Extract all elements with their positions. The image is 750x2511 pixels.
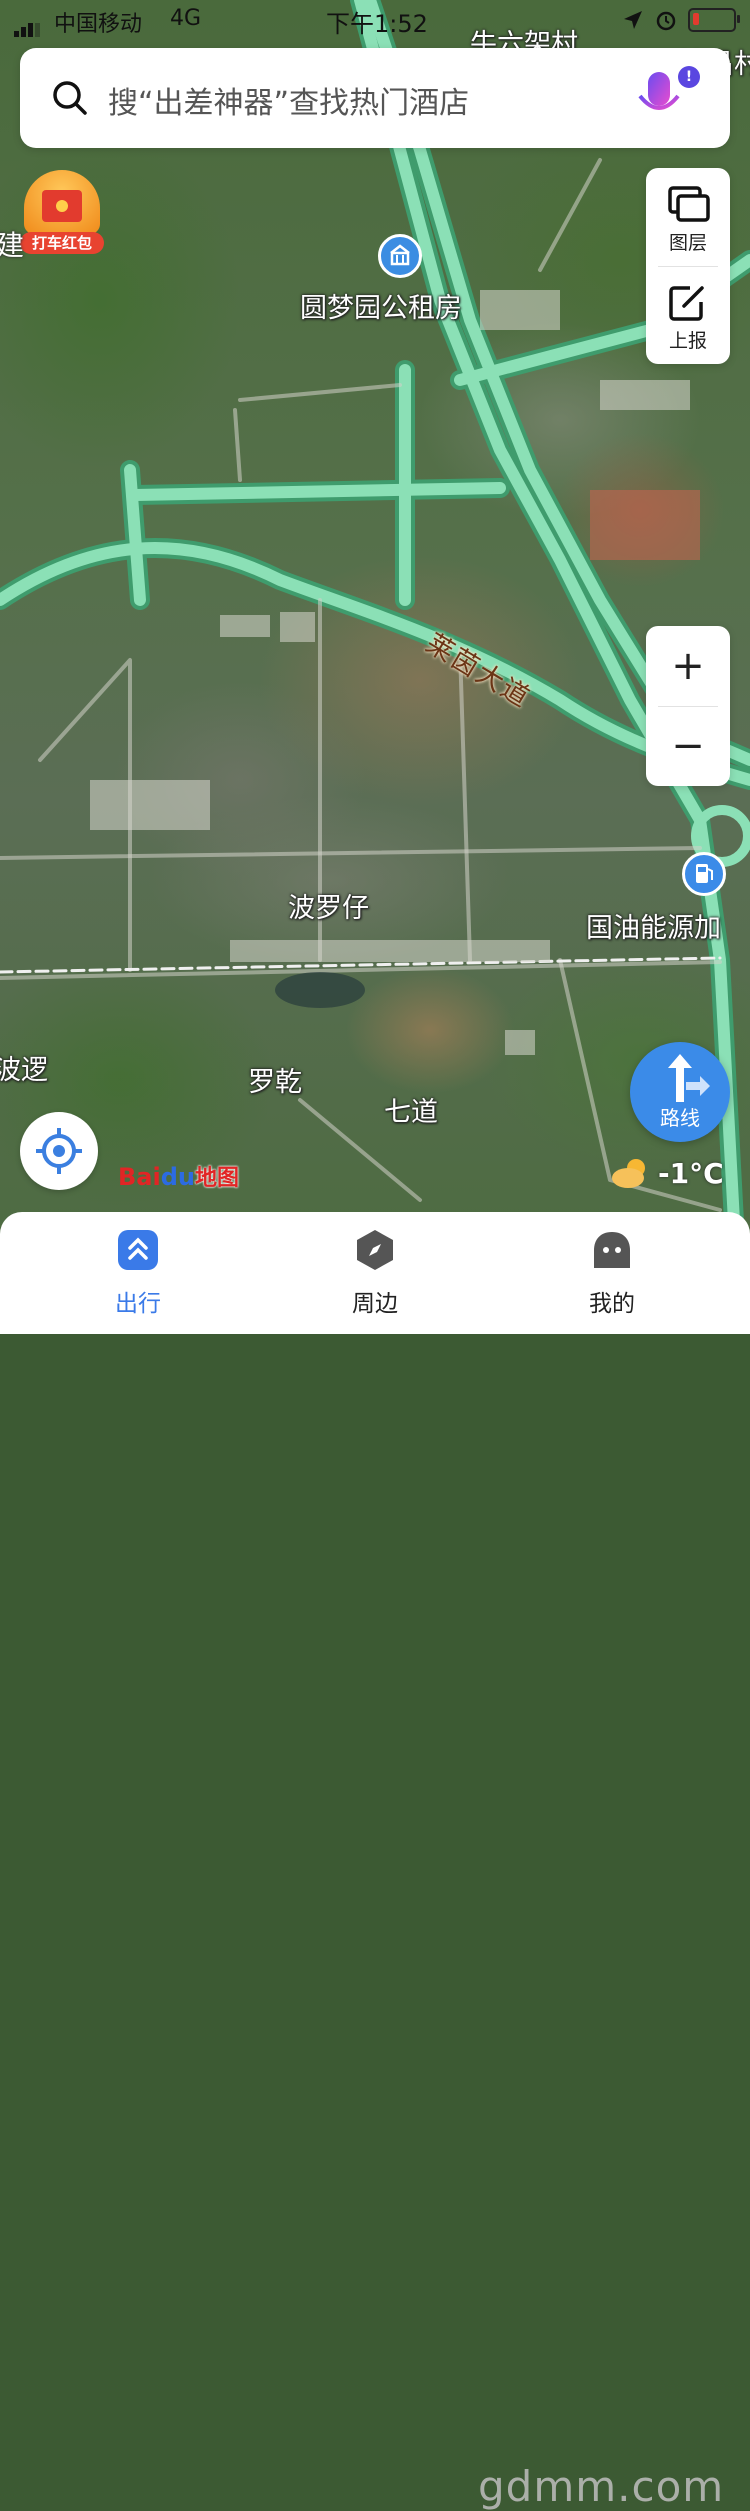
- partly-cloudy-icon: [612, 1159, 645, 1188]
- locate-me-button[interactable]: [20, 1112, 98, 1190]
- tab-label: 出行: [115, 1291, 161, 1317]
- map-label-qidao: 七道: [384, 1097, 438, 1128]
- zoom-in-button[interactable]: +: [646, 626, 730, 706]
- search-icon: [53, 81, 87, 115]
- poi-label-housing[interactable]: 圆梦园公租房: [300, 286, 462, 325]
- tab-nearby[interactable]: 周边: [305, 1212, 445, 1334]
- search-placeholder[interactable]: 搜“出差神器”查找热门酒店: [108, 78, 469, 122]
- zoom-controls: + −: [646, 626, 730, 786]
- weather-widget[interactable]: -1°C: [610, 1156, 724, 1190]
- report-label: 上报: [668, 330, 707, 352]
- profile-icon: [594, 1232, 630, 1268]
- taxi-red-packet-promo[interactable]: 打车红包: [20, 162, 104, 254]
- search-bar[interactable]: 搜“出差神器”查找热门酒店 !: [20, 48, 730, 148]
- status-bar: 中国移动 4G 下午1:52: [0, 0, 750, 40]
- layers-button[interactable]: 图层: [646, 168, 730, 266]
- poi-building-icon[interactable]: [378, 234, 422, 278]
- map-tools-panel: 图层 上报: [646, 168, 730, 364]
- poi-label-gas-station[interactable]: 国油能源加: [586, 906, 721, 945]
- route-label: 路线: [660, 1106, 700, 1130]
- temperature: -1°C: [658, 1156, 724, 1190]
- compass-icon: [357, 1230, 393, 1270]
- voice-badge: !: [678, 66, 700, 88]
- tab-travel[interactable]: 出行: [68, 1212, 208, 1334]
- watermark: gdmm.com: [478, 2462, 725, 2511]
- location-arrow-icon: [624, 11, 642, 29]
- bottom-nav: 出行 周边 我的 gdmm.com: [0, 1212, 750, 2511]
- alarm-icon: [656, 11, 676, 31]
- baidu-map-logo: Baidu地图: [118, 1163, 239, 1191]
- battery-icon: [688, 8, 740, 32]
- clock: 下午1:52: [326, 10, 428, 38]
- travel-icon: [118, 1230, 158, 1270]
- report-button[interactable]: 上报: [646, 266, 730, 364]
- map-label-left-edge: 建: [0, 229, 25, 262]
- route-arrow-icon: [668, 1054, 710, 1102]
- map-label-left-bottom: 波逻: [0, 1055, 48, 1086]
- tab-label: 我的: [589, 1291, 635, 1317]
- road-network: [0, 0, 750, 1334]
- carrier-name: 中国移动: [54, 12, 143, 37]
- edit-report-icon: [669, 286, 704, 321]
- gas-station-icon[interactable]: [682, 852, 726, 896]
- tab-label: 周边: [352, 1291, 398, 1317]
- tab-mine[interactable]: 我的: [542, 1212, 682, 1334]
- zoom-out-button[interactable]: −: [646, 706, 730, 786]
- network-type: 4G: [170, 6, 202, 31]
- satellite-map[interactable]: [0, 0, 750, 1334]
- promo-label: 打车红包: [20, 232, 104, 254]
- signal-icon: [14, 12, 42, 37]
- route-button[interactable]: 路线: [630, 1042, 730, 1142]
- map-label-luoqian: 罗乾: [248, 1067, 302, 1098]
- layers-icon: [668, 186, 710, 222]
- target-icon: [36, 1128, 82, 1174]
- map-label-area: 波罗仔: [288, 893, 369, 924]
- layers-label: 图层: [668, 232, 707, 254]
